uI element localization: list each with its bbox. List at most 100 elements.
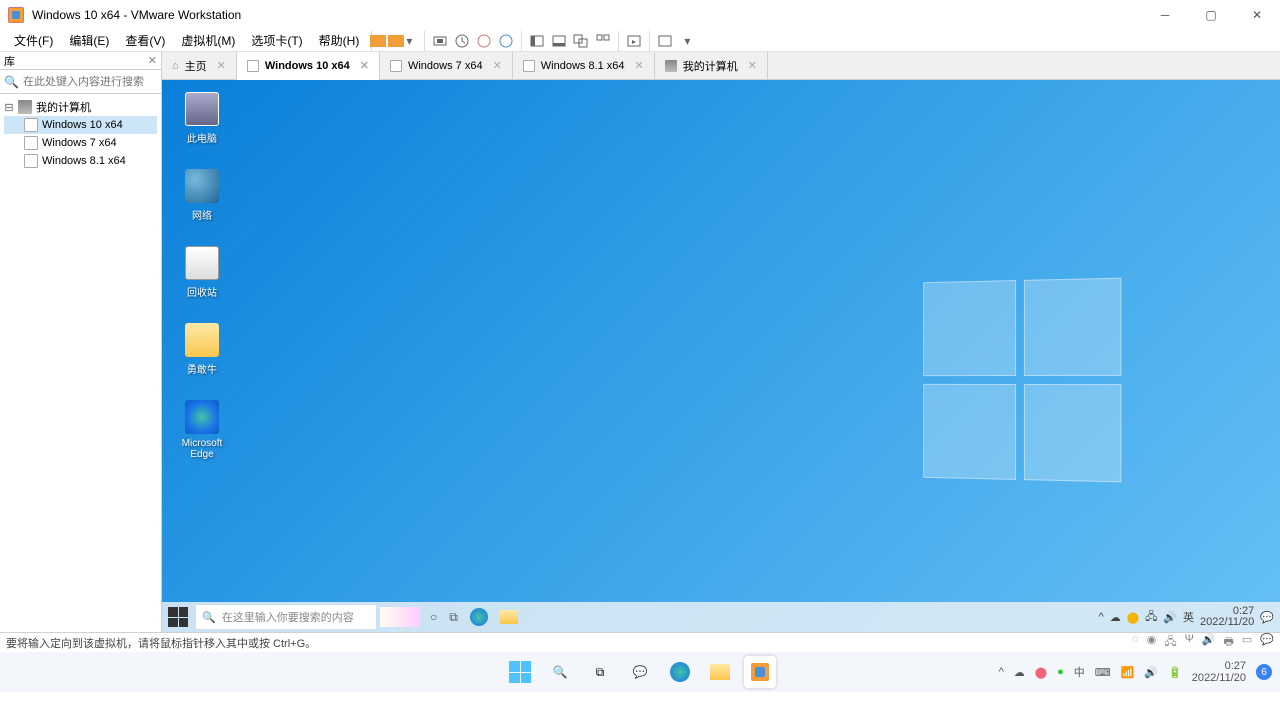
guest-tray-security-icon[interactable]: ⬤ — [1127, 611, 1139, 624]
device-display-icon[interactable]: ▭ — [1242, 633, 1252, 652]
fullscreen-button[interactable] — [623, 30, 645, 52]
menu-vm[interactable]: 虚拟机(M) — [173, 32, 243, 49]
tab-strip: ⌂ 主页✕ Windows 10 x64✕ Windows 7 x64✕ Win… — [162, 52, 1280, 80]
desktop-icon-recyclebin[interactable]: 回收站 — [176, 246, 228, 299]
guest-search-box[interactable]: 🔍 在这里输入你要搜索的内容 — [196, 605, 376, 629]
tab-win81[interactable]: Windows 8.1 x64✕ — [513, 52, 655, 79]
library-search[interactable]: 🔍 ▼ — [0, 70, 161, 94]
guest-tray-chevron-icon[interactable]: ^ — [1099, 611, 1104, 623]
guest-tray-notification-icon[interactable]: 💬 — [1260, 611, 1274, 624]
host-taskview-button[interactable]: ⧉ — [584, 656, 616, 688]
unity-button[interactable] — [570, 30, 592, 52]
view-sidebar-button[interactable] — [526, 30, 548, 52]
library-close-icon[interactable]: ✕ — [148, 54, 157, 67]
send-ctrl-alt-del-button[interactable] — [429, 30, 451, 52]
host-tray-chevron-icon[interactable]: ^ — [999, 666, 1004, 678]
host-explorer-button[interactable] — [704, 656, 736, 688]
tree-vm-win10[interactable]: Windows 10 x64 — [4, 116, 157, 134]
host-start-button[interactable] — [504, 656, 536, 688]
tab-close-icon[interactable]: ✕ — [748, 59, 757, 72]
tab-win7[interactable]: Windows 7 x64✕ — [380, 52, 513, 79]
tree-root[interactable]: ⊟ 我的计算机 — [4, 98, 157, 116]
power-dropdown[interactable]: ▾ — [398, 30, 420, 52]
tab-close-icon[interactable]: ✕ — [635, 59, 644, 72]
search-input[interactable] — [23, 76, 165, 88]
snapshot-button[interactable] — [451, 30, 473, 52]
guest-edge-taskbar-icon[interactable] — [470, 608, 488, 626]
messages-icon[interactable]: 💬 — [1260, 633, 1274, 652]
host-tray-wifi-icon[interactable]: 📶 — [1121, 666, 1135, 679]
host-tray-ime-mode[interactable]: ⌨ — [1095, 666, 1111, 679]
vm-icon — [24, 136, 38, 150]
guest-taskbar: 🔍 在这里输入你要搜索的内容 ○ ⧉ ^ ☁ ⬤ 🖧 🔊 英 0:272022/… — [162, 602, 1280, 632]
menu-edit[interactable]: 编辑(E) — [61, 32, 117, 49]
host-chat-button[interactable]: 💬 — [624, 656, 656, 688]
device-cd-icon[interactable]: ◉ — [1147, 633, 1157, 652]
vm-icon — [523, 60, 535, 72]
guest-taskview-icon[interactable]: ⧉ — [449, 610, 458, 625]
host-edge-button[interactable] — [664, 656, 696, 688]
host-tray-wechat-icon[interactable]: ● — [1057, 666, 1064, 678]
host-search-button[interactable]: 🔍 — [544, 656, 576, 688]
tree-vm-win81[interactable]: Windows 8.1 x64 — [4, 152, 157, 170]
host-notification-badge[interactable]: 6 — [1256, 664, 1272, 680]
revert-button[interactable] — [495, 30, 517, 52]
tab-close-icon[interactable]: ✕ — [493, 59, 502, 72]
guest-desktop[interactable]: 此电脑 网络 回收站 勇敢牛 MicrosoftEdge 🔍 在这里输入你要搜索… — [162, 80, 1280, 632]
stretch-dropdown[interactable]: ▾ — [676, 30, 698, 52]
pause-button[interactable] — [376, 30, 398, 52]
device-network-icon[interactable]: 🖧 — [1164, 633, 1176, 652]
thumbnail-button[interactable] — [592, 30, 614, 52]
desktop-icon-userfolder[interactable]: 勇敢牛 — [176, 323, 228, 376]
guest-tray-onedrive-icon[interactable]: ☁ — [1110, 611, 1121, 624]
menu-tabs[interactable]: 选项卡(T) — [243, 32, 310, 49]
maximize-button[interactable]: ▢ — [1188, 0, 1234, 30]
view-console-button[interactable] — [548, 30, 570, 52]
computer-icon — [665, 60, 677, 72]
computer-icon — [18, 100, 32, 114]
guest-weather-widget[interactable] — [380, 607, 420, 627]
device-usb-icon[interactable]: Ψ — [1185, 633, 1194, 652]
host-tray-onedrive-icon[interactable]: ☁ — [1014, 666, 1025, 679]
guest-tray-clock[interactable]: 0:272022/11/20 — [1200, 606, 1254, 628]
minimize-button[interactable]: ─ — [1142, 0, 1188, 30]
tab-close-icon[interactable]: ✕ — [217, 59, 226, 72]
tab-mycomputer[interactable]: 我的计算机✕ — [655, 52, 768, 79]
menubar: 文件(F) 编辑(E) 查看(V) 虚拟机(M) 选项卡(T) 帮助(H) ▾ … — [0, 30, 1280, 52]
library-sidebar: 库 ✕ 🔍 ▼ ⊟ 我的计算机 Windows 10 x64 Windows 7… — [0, 52, 162, 632]
menu-view[interactable]: 查看(V) — [117, 32, 173, 49]
snapshot-manager-button[interactable] — [473, 30, 495, 52]
guest-tray-network-icon[interactable]: 🖧 — [1145, 608, 1157, 627]
close-button[interactable]: ✕ — [1234, 0, 1280, 30]
tab-close-icon[interactable]: ✕ — [360, 59, 369, 72]
menu-help[interactable]: 帮助(H) — [311, 32, 368, 49]
host-tray-clock[interactable]: 0:272022/11/20 — [1192, 660, 1246, 684]
desktop-icon-thispc[interactable]: 此电脑 — [176, 92, 228, 145]
status-hint: 要将输入定向到该虚拟机，请将鼠标指针移入其中或按 Ctrl+G。 — [6, 635, 316, 651]
host-tray-battery-icon[interactable]: 🔋 — [1168, 666, 1182, 679]
vmware-app-icon — [8, 7, 24, 23]
guest-tray-volume-icon[interactable]: 🔊 — [1163, 611, 1177, 624]
host-tray-app-icon[interactable]: ⬤ — [1035, 666, 1047, 679]
menu-file[interactable]: 文件(F) — [6, 32, 61, 49]
desktop-icon-edge[interactable]: MicrosoftEdge — [176, 400, 228, 460]
window-title: Windows 10 x64 - VMware Workstation — [32, 8, 241, 22]
device-sound-icon[interactable]: 🔊 — [1202, 633, 1216, 652]
vm-icon — [247, 60, 259, 72]
library-title: 库 — [4, 53, 15, 69]
tab-home[interactable]: ⌂ 主页✕ — [162, 52, 237, 79]
guest-tray-ime[interactable]: 英 — [1183, 609, 1194, 625]
host-tray-ime[interactable]: 中 — [1074, 664, 1085, 680]
tree-vm-win7[interactable]: Windows 7 x64 — [4, 134, 157, 152]
host-vmware-button[interactable] — [744, 656, 776, 688]
guest-start-button[interactable] — [168, 607, 188, 627]
guest-cortana-icon[interactable]: ○ — [430, 610, 437, 624]
windows-logo — [923, 278, 1121, 483]
guest-explorer-taskbar-icon[interactable] — [500, 610, 518, 624]
tab-win10[interactable]: Windows 10 x64✕ — [237, 52, 380, 80]
stretch-button[interactable] — [654, 30, 676, 52]
device-printer-icon[interactable]: 🖶 — [1224, 633, 1234, 652]
host-tray-volume-icon[interactable]: 🔊 — [1144, 666, 1158, 679]
device-hdd-icon[interactable]: ◌ — [1132, 633, 1139, 652]
desktop-icon-network[interactable]: 网络 — [176, 169, 228, 222]
